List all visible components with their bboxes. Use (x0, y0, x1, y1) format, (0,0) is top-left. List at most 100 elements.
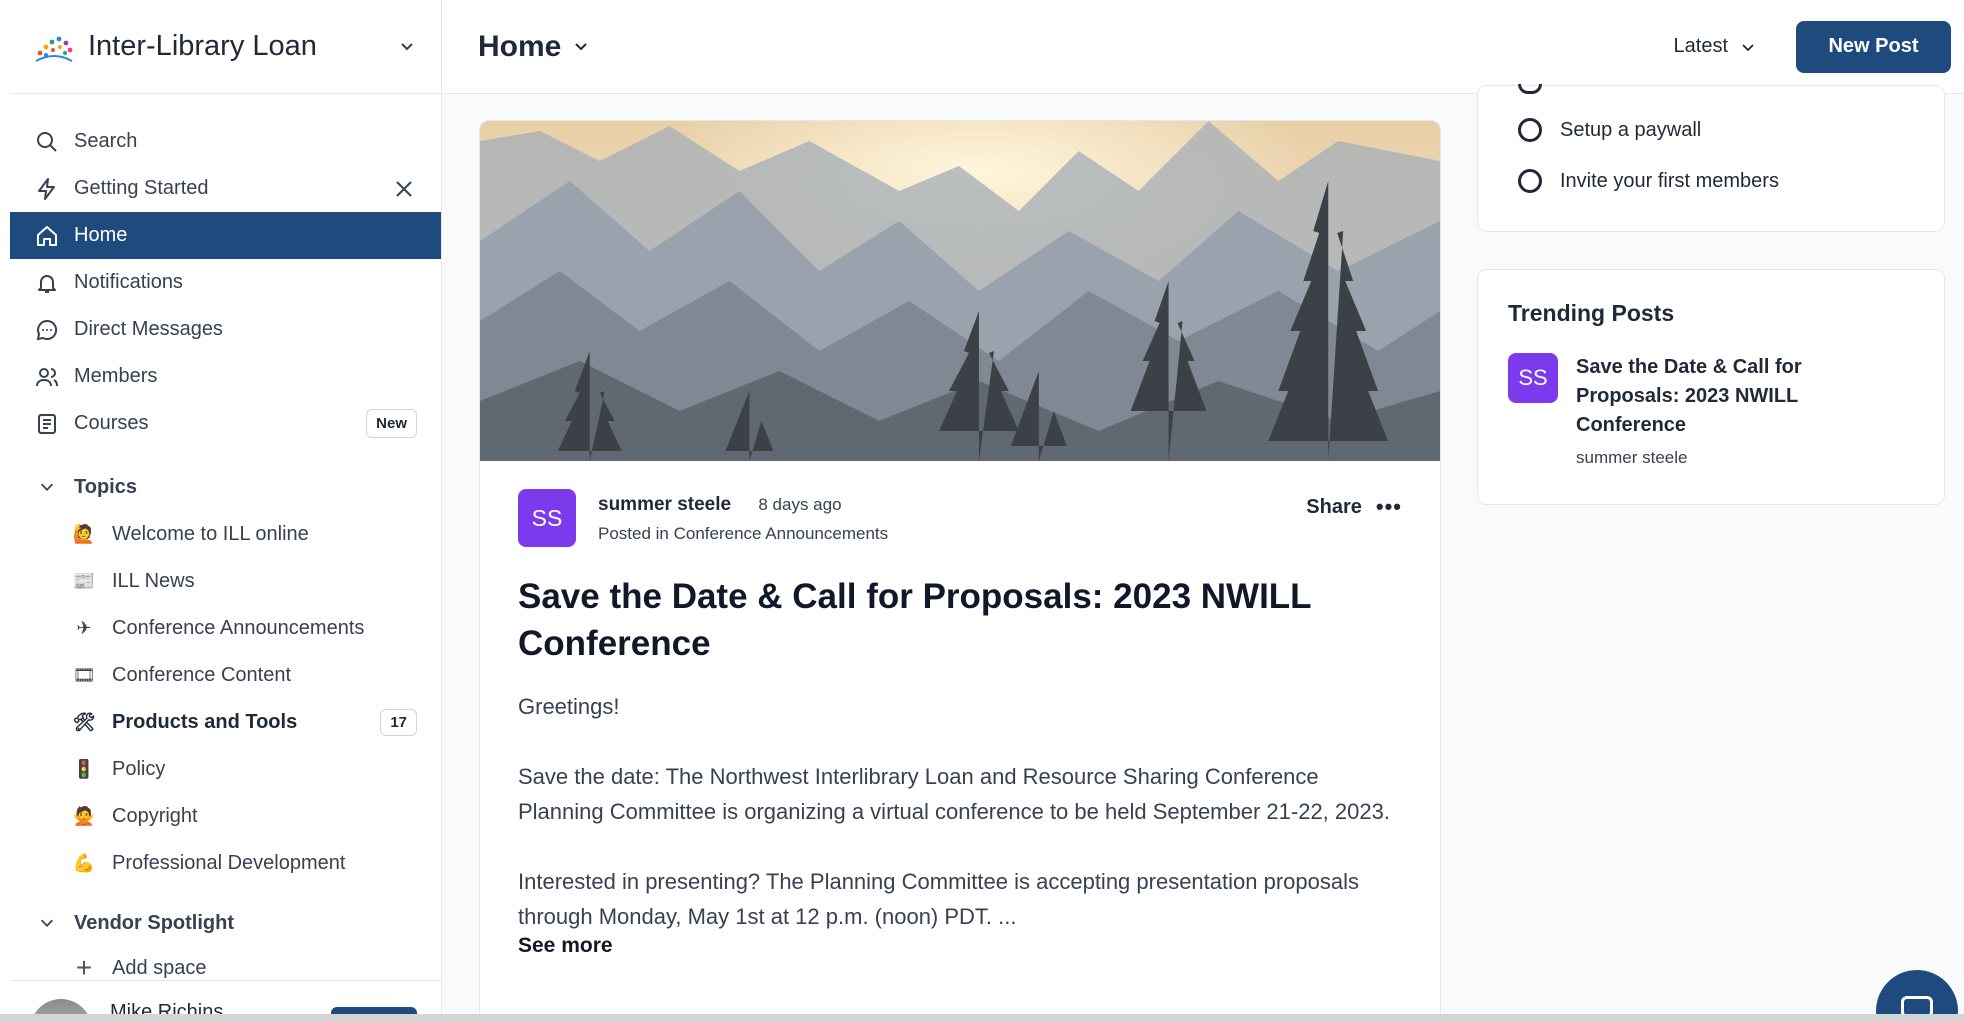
radio-circle-icon (1518, 169, 1542, 193)
topic-label: ILL News (112, 570, 195, 592)
plus-icon: + (75, 952, 93, 983)
onboarding-checklist: Setup a paywall Invite your first member… (1477, 84, 1945, 232)
vendor-spotlight-section-toggle[interactable]: Vendor Spotlight (10, 899, 441, 947)
checklist-item-partial (1518, 84, 1560, 94)
post-card: SS summer steele 8 days ago Posted in Co… (479, 120, 1441, 1022)
topic-label: Professional Development (112, 852, 346, 874)
nav-label: Members (74, 365, 158, 387)
avatar[interactable]: SS (1508, 353, 1558, 403)
traffic-light-icon: 🚦 (72, 759, 96, 779)
see-more-link[interactable]: See more (518, 934, 1402, 958)
topic-label: Conference Announcements (112, 617, 365, 639)
more-options-icon[interactable]: ••• (1376, 494, 1402, 520)
topic-conference-content[interactable]: 🎞 Conference Content (10, 652, 441, 699)
share-button[interactable]: Share (1306, 496, 1362, 519)
post-content: Greetings! Save the date: The Northwest … (518, 689, 1402, 934)
bell-icon (34, 270, 60, 296)
nav-direct-messages[interactable]: Direct Messages (10, 306, 441, 353)
film-frames-icon: 🎞 (72, 665, 96, 685)
trending-posts-card: Trending Posts SS Save the Date & Call f… (1477, 269, 1945, 505)
trending-post-author: summer steele (1576, 448, 1688, 467)
main-nav: Search Getting Started Home Notification… (10, 94, 441, 447)
tools-icon: 🛠 (72, 712, 96, 732)
checklist-label: Invite your first members (1560, 169, 1779, 192)
topic-ill-news[interactable]: 📰 ILL News (10, 558, 441, 605)
airplane-icon: ✈ (76, 618, 92, 638)
close-icon[interactable] (393, 178, 415, 200)
nav-label: Notifications (74, 271, 183, 293)
nav-getting-started[interactable]: Getting Started (10, 165, 441, 212)
nav-label: Courses (74, 412, 149, 434)
topic-conference-announcements[interactable]: ✈ Conference Announcements (10, 605, 441, 652)
flexed-biceps-icon: 💪 (72, 853, 96, 873)
avatar[interactable]: SS (518, 489, 576, 547)
post-timestamp: 8 days ago (758, 495, 842, 514)
top-bar: Home Latest New Post (443, 0, 1964, 94)
topic-label: Welcome to ILL online (112, 523, 309, 545)
nav-courses[interactable]: Courses New (10, 400, 441, 447)
post-title[interactable]: Save the Date & Call for Proposals: 2023… (518, 573, 1402, 667)
nav-search[interactable]: Search (10, 118, 441, 165)
unread-count-badge: 17 (380, 709, 417, 736)
topic-copyright[interactable]: 🙅 Copyright (10, 793, 441, 840)
home-icon (34, 223, 60, 249)
topic-label: Copyright (112, 805, 198, 827)
chat-bubble-icon (34, 317, 60, 343)
lightning-icon (34, 176, 60, 202)
nav-label: Search (74, 130, 138, 152)
members-icon (34, 364, 60, 390)
community-name: Inter-Library Loan (88, 30, 317, 62)
chevron-down-icon[interactable] (571, 37, 591, 57)
chevron-down-icon[interactable] (397, 37, 417, 57)
page-title[interactable]: Home (478, 30, 561, 64)
search-icon (34, 129, 60, 155)
nav-home[interactable]: Home (10, 212, 441, 259)
chevron-down-icon (34, 910, 60, 936)
nav-notifications[interactable]: Notifications (10, 259, 441, 306)
new-badge: New (366, 409, 417, 438)
checklist-item[interactable]: Setup a paywall (1518, 118, 1701, 142)
topic-policy[interactable]: 🚦 Policy (10, 746, 441, 793)
post-paragraph: Greetings! (518, 694, 620, 719)
radio-circle-icon (1518, 118, 1542, 142)
topic-label: Conference Content (112, 664, 292, 686)
feed: SS summer steele 8 days ago Posted in Co… (443, 95, 1468, 1022)
radio-circle-icon (1518, 84, 1542, 94)
newspaper-icon: 📰 (72, 571, 96, 591)
post-author[interactable]: summer steele (598, 494, 731, 515)
sort-dropdown[interactable]: Latest (1674, 35, 1756, 58)
checklist-item[interactable]: Invite your first members (1518, 169, 1779, 193)
topic-products-and-tools[interactable]: 🛠 Products and Tools 17 (10, 699, 441, 746)
topic-label: Policy (112, 758, 166, 780)
sort-label: Latest (1673, 35, 1728, 57)
community-switcher[interactable]: Inter-Library Loan (10, 0, 441, 94)
trending-heading: Trending Posts (1508, 300, 1675, 326)
add-space-label: Add space (112, 956, 207, 979)
raising-hand-icon: 🙋 (72, 524, 96, 544)
topic-professional-development[interactable]: 💪 Professional Development (10, 840, 441, 887)
topics-heading: Topics (74, 475, 137, 498)
topic-welcome[interactable]: 🙋 Welcome to ILL online (10, 511, 441, 558)
right-sidebar: Setup a paywall Invite your first member… (1468, 84, 1964, 1022)
trending-post-title[interactable]: Save the Date & Call for Proposals: 2023… (1576, 353, 1836, 440)
trending-post-item[interactable]: SS Save the Date & Call for Proposals: 2… (1508, 353, 1914, 468)
nav-label: Home (74, 224, 128, 246)
courses-icon (34, 411, 60, 437)
window-bottom-edge (0, 1014, 1964, 1022)
gesturing-no-icon: 🙅 (72, 806, 96, 826)
checklist-label: Setup a paywall (1560, 118, 1702, 141)
community-logo-icon (35, 36, 73, 62)
topic-label: Products and Tools (112, 711, 298, 733)
chevron-down-icon (34, 474, 60, 500)
post-paragraph: Save the date: The Northwest Interlibrar… (518, 764, 1390, 824)
post-cover-image[interactable] (480, 121, 1440, 461)
nav-members[interactable]: Members (10, 353, 441, 400)
vendor-spotlight-heading: Vendor Spotlight (74, 911, 234, 934)
nav-label: Direct Messages (74, 318, 223, 340)
new-post-button[interactable]: New Post (1796, 20, 1951, 73)
topics-section-toggle[interactable]: Topics (10, 463, 441, 511)
chevron-down-icon (1742, 43, 1754, 51)
sidebar: Inter-Library Loan Search Getting Starte… (10, 0, 442, 1022)
post-paragraph: Interested in presenting? The Planning C… (518, 869, 1359, 929)
post-space-link[interactable]: Posted in Conference Announcements (598, 524, 1306, 544)
